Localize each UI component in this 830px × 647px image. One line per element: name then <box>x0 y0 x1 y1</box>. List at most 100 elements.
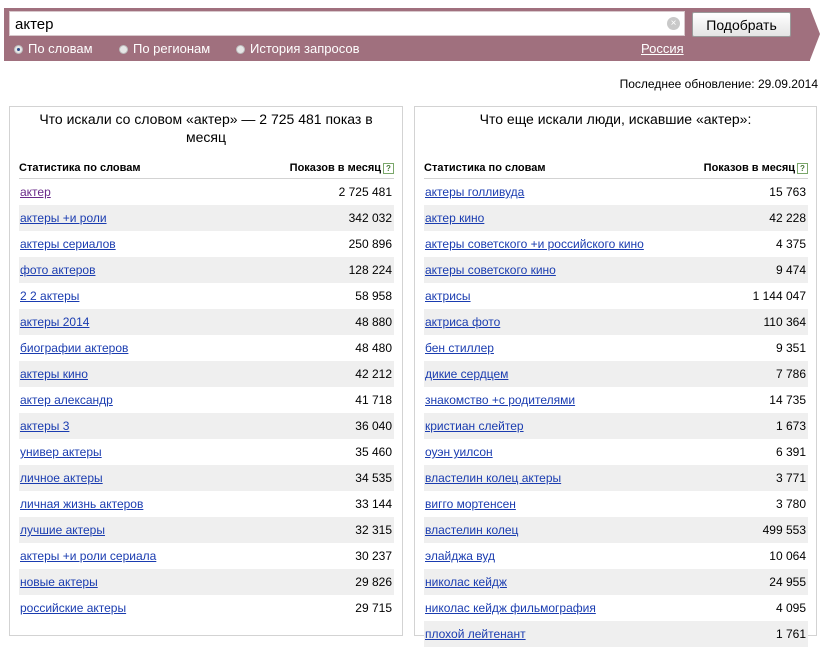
table-row: актер кино 42 228 <box>424 205 808 231</box>
table-row: актеры 3 36 040 <box>19 413 394 439</box>
keyword-link[interactable]: лучшие актеры <box>20 517 105 543</box>
panel-title: Что искали со словом «актер» — 2 725 481… <box>39 111 373 145</box>
mode-by-regions[interactable]: По регионам <box>119 41 210 56</box>
keyword-link[interactable]: актеры 2014 <box>20 309 89 335</box>
table-row: 2 2 актеры 58 958 <box>19 283 394 309</box>
shows-count: 29 826 <box>355 575 392 589</box>
keyword-link[interactable]: николас кейдж фильмография <box>425 595 596 621</box>
keyword-link[interactable]: властелин колец <box>425 517 518 543</box>
column-header: Статистика по словам Показов в месяц? <box>19 160 394 179</box>
keyword-link[interactable]: актеры голливуда <box>425 179 524 205</box>
table-row: актер александр 41 718 <box>19 387 394 413</box>
keyword-link[interactable]: актер александр <box>20 387 113 413</box>
shows-count: 2 725 481 <box>338 185 392 199</box>
keyword-link[interactable]: универ актеры <box>20 439 102 465</box>
keyword-link[interactable]: биографии актеров <box>20 335 128 361</box>
table-row: биографии актеров 48 480 <box>19 335 394 361</box>
table-row: лучшие актеры 32 315 <box>19 517 394 543</box>
shows-count: 41 718 <box>355 393 392 407</box>
keyword-link[interactable]: дикие сердцем <box>425 361 508 387</box>
keyword-link[interactable]: фото актеров <box>20 257 95 283</box>
col-shows-label: Показов в месяц? <box>290 162 394 174</box>
shows-count: 4 375 <box>775 237 806 251</box>
col-shows-text: Показов в месяц <box>289 162 381 174</box>
shows-count: 342 032 <box>348 211 392 225</box>
shows-count: 34 535 <box>355 471 392 485</box>
keyword-link[interactable]: вигго мортенсен <box>425 491 516 517</box>
keyword-link[interactable]: российские актеры <box>20 595 126 621</box>
keyword-link[interactable]: властелин колец актеры <box>425 465 561 491</box>
table-row: вигго мортенсен 3 780 <box>424 491 808 517</box>
shows-count: 250 896 <box>348 237 392 251</box>
column-header: Статистика по словам Показов в месяц? <box>424 160 808 179</box>
radio-selected-icon[interactable] <box>14 45 23 54</box>
keyword-list: актер 2 725 481 актеры +и роли 342 032 актер… <box>19 179 394 621</box>
search-input[interactable] <box>15 14 655 34</box>
keyword-link[interactable]: актер кино <box>425 205 484 231</box>
keyword-link[interactable]: актеры +и роли сериала <box>20 543 156 569</box>
keyword-link[interactable]: 2 2 актеры <box>20 283 79 309</box>
shows-count: 48 480 <box>355 341 392 355</box>
table-row: бен стиллер 9 351 <box>424 335 808 361</box>
mode-by-words[interactable]: По словам <box>14 41 93 56</box>
table-row: николас кейдж 24 955 <box>424 569 808 595</box>
keyword-link[interactable]: николас кейдж <box>425 569 507 595</box>
shows-count: 33 144 <box>355 497 392 511</box>
search-button[interactable]: Подобрать <box>692 12 791 37</box>
keyword-link[interactable]: актеры советского кино <box>425 257 556 283</box>
table-row: универ актеры 35 460 <box>19 439 394 465</box>
panel-title: Что еще искали люди, искавшие «актер»: <box>479 111 752 127</box>
keyword-link[interactable]: оуэн уилсон <box>425 439 493 465</box>
keyword-link[interactable]: актеры советского +и российского кино <box>425 231 644 257</box>
shows-count: 15 763 <box>769 185 806 199</box>
keyword-link[interactable]: актрисы <box>425 283 471 309</box>
keyword-link[interactable]: личное актеры <box>20 465 103 491</box>
shows-count: 10 064 <box>769 549 806 563</box>
keyword-link[interactable]: актеры +и роли <box>20 205 107 231</box>
shows-count: 1 761 <box>775 627 806 641</box>
top-bar-arrow <box>810 8 820 60</box>
mode-label: По регионам <box>133 41 211 56</box>
table-row: актеры +и роли 342 032 <box>19 205 394 231</box>
shows-count: 24 955 <box>769 575 806 589</box>
right-panel: Что еще искали люди, искавшие «актер»: С… <box>414 106 817 647</box>
mode-history[interactable]: История запросов <box>236 41 360 56</box>
keyword-link[interactable]: новые актеры <box>20 569 98 595</box>
help-icon[interactable]: ? <box>383 163 394 174</box>
keyword-link[interactable]: актеры 3 <box>20 413 69 439</box>
shows-count: 4 095 <box>775 601 806 615</box>
shows-count: 1 673 <box>775 419 806 433</box>
shows-count: 36 040 <box>355 419 392 433</box>
clear-icon[interactable]: × <box>667 17 680 30</box>
keyword-link[interactable]: актеры сериалов <box>20 231 116 257</box>
shows-count: 32 315 <box>355 523 392 537</box>
radio-icon[interactable] <box>236 45 245 54</box>
help-icon[interactable]: ? <box>797 163 808 174</box>
col-shows-text: Показов в месяц <box>703 162 795 174</box>
last-updated: Последнее обновление: 29.09.2014 <box>619 77 818 91</box>
keyword-link[interactable]: актер <box>20 179 51 205</box>
table-row: актеры +и роли сериала 30 237 <box>19 543 394 569</box>
table-row: новые актеры 29 826 <box>19 569 394 595</box>
table-row: знакомство +с родителями 14 735 <box>424 387 808 413</box>
radio-icon[interactable] <box>119 45 128 54</box>
shows-count: 7 786 <box>775 367 806 381</box>
region-link[interactable]: Россия <box>641 41 684 56</box>
keyword-link[interactable]: актриса фото <box>425 309 500 335</box>
keyword-link[interactable]: кристиан слейтер <box>425 413 524 439</box>
shows-count: 29 715 <box>355 601 392 615</box>
keyword-link[interactable]: элайджа вуд <box>425 543 495 569</box>
keyword-link[interactable]: бен стиллер <box>425 335 494 361</box>
keyword-list: актеры голливуда 15 763 актер кино 42 228 ак… <box>424 179 808 647</box>
table-row: кристиан слейтер 1 673 <box>424 413 808 439</box>
keyword-link[interactable]: личная жизнь актеров <box>20 491 143 517</box>
mode-label: История запросов <box>250 41 360 56</box>
search-box: × <box>9 11 685 36</box>
col-words-label: Статистика по словам <box>19 162 141 174</box>
keyword-link[interactable]: плохой лейтенант <box>425 621 526 647</box>
keyword-link[interactable]: актеры кино <box>20 361 88 387</box>
shows-count: 30 237 <box>355 549 392 563</box>
table-row: актеры голливуда 15 763 <box>424 179 808 205</box>
mode-label: По словам <box>28 41 93 56</box>
keyword-link[interactable]: знакомство +с родителями <box>425 387 575 413</box>
